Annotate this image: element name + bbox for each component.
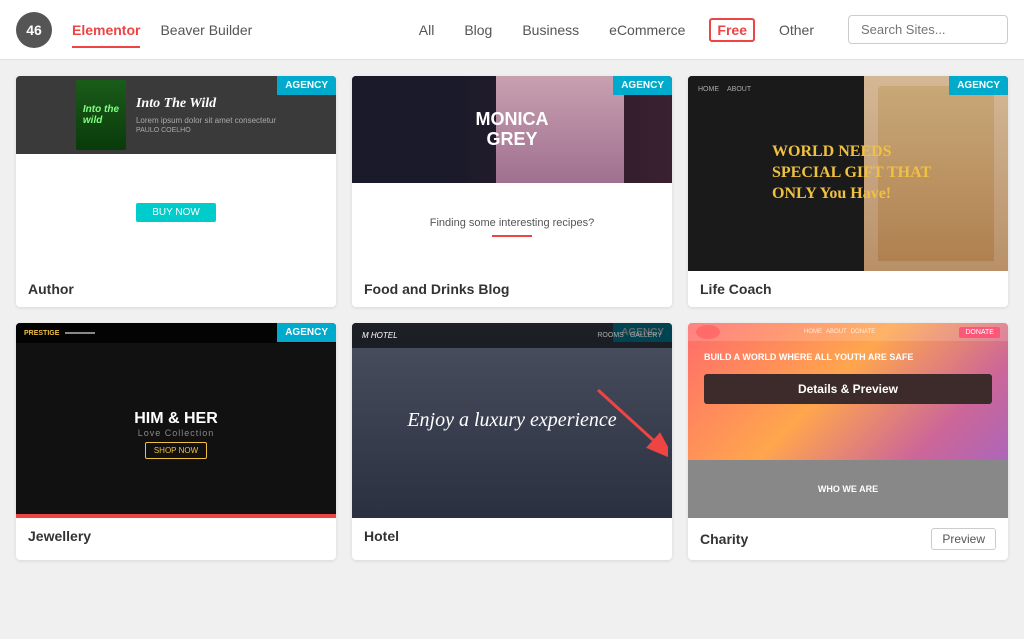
card-charity[interactable]: HOME ABOUT DONATE DONATE BUILD A WORLD W… [688,323,1008,560]
hotel-label-text: Hotel [364,528,399,544]
hotel-nav-item2: GALLERY [630,332,662,339]
charity-nav-donate: DONATE [851,329,876,335]
cards-grid: AGENCY Into thewild Into The Wild Lorem … [0,60,1024,576]
charity-nav-home: HOME [804,329,822,335]
food-bg: MONICAGREY Finding some interesting reci… [352,76,672,271]
filter-blog[interactable]: Blog [458,20,498,40]
charity-label-text: Charity [700,531,748,547]
coach-main-text: WORLD NEEDS SPECIAL GIFT THAT ONLY You H… [760,142,936,204]
jewel-title: HIM & HER [134,410,218,428]
author-name: PAULO COELHO [136,127,276,134]
card-jewellery[interactable]: AGENCY PRESTIGE CONTACT HIM & HER Love C… [16,323,336,560]
filter-nav: All Blog Business eCommerce Free Other [413,18,820,42]
author-bottom: BUY NOW [16,154,336,271]
food-tagline: Finding some interesting recipes? [430,217,594,229]
beaver-builder-tab[interactable]: Beaver Builder [160,18,252,42]
charity-heading: BUILD A WORLD WHERE ALL YOUTH ARE SAFE [704,351,992,364]
hotel-nav: M HOTEL ROOMS GALLERY [352,323,672,348]
top-bar: 46 Elementor Beaver Builder All Blog Bus… [0,0,1024,60]
charity-card-label: Charity Preview [688,518,1008,560]
coach-nav-about: ABOUT [727,86,751,93]
charity-preview-btn[interactable]: Preview [931,528,996,550]
jewel-card-label: Jewellery [16,518,336,554]
coach-agency-badge: AGENCY [949,76,1008,95]
charity-main-content: BUILD A WORLD WHERE ALL YOUTH ARE SAFE D… [688,341,1008,414]
jewel-bg: PRESTIGE CONTACT HIM & HER Love Collecti… [16,323,336,518]
card-author-preview: AGENCY Into thewild Into The Wild Lorem … [16,76,336,271]
hotel-nav-item1: ROOMS [597,332,623,339]
author-wild-text: Into thewild [83,104,119,126]
charity-details-btn[interactable]: Details & Preview [704,374,992,404]
charity-header: HOME ABOUT DONATE DONATE [688,323,1008,341]
jewel-bottom-line [16,514,336,518]
charity-logo-shape [696,325,720,339]
charity-donate-btn[interactable]: DONATE [959,327,1000,338]
author-bg: Into thewild Into The Wild Lorem ipsum d… [16,76,336,271]
card-author[interactable]: AGENCY Into thewild Into The Wild Lorem … [16,76,336,307]
author-right-content: Into The Wild Lorem ipsum dolor sit amet… [136,96,276,134]
jewel-nav-dot [65,332,95,334]
coach-nav: HOME ABOUT [698,86,858,101]
elementor-tab[interactable]: Elementor [72,18,140,42]
jewel-subtitle: Love Collection [138,428,215,438]
hotel-title: Enjoy a luxury experience [407,409,616,432]
charity-bg: HOME ABOUT DONATE DONATE BUILD A WORLD W… [688,323,1008,518]
author-top-content: Into thewild Into The Wild Lorem ipsum d… [76,80,276,150]
jewel-content: HIM & HER Love Collection SHOP NOW [134,402,218,459]
search-input[interactable] [848,15,1008,44]
card-life-coach[interactable]: AGENCY HOME ABOUT WORLD NEEDS SPECIAL GI… [688,76,1008,307]
filter-ecommerce[interactable]: eCommerce [603,20,691,40]
filter-free[interactable]: Free [709,18,755,42]
count-badge: 46 [16,12,52,48]
filter-business[interactable]: Business [516,20,585,40]
hotel-card-label: Hotel [352,518,672,554]
jewel-brand: PRESTIGE [24,330,59,337]
coach-bg: HOME ABOUT WORLD NEEDS SPECIAL GIFT THAT… [688,76,1008,271]
author-label-text: Author [28,281,74,297]
card-charity-preview: HOME ABOUT DONATE DONATE BUILD A WORLD W… [688,323,1008,518]
card-food[interactable]: AGENCY MONICAGREY Finding some interesti… [352,76,672,307]
card-life-coach-preview: AGENCY HOME ABOUT WORLD NEEDS SPECIAL GI… [688,76,1008,271]
food-bottom: Finding some interesting recipes? [352,183,672,271]
food-line [492,235,532,237]
hotel-logo: M HOTEL [362,331,398,340]
card-hotel-preview: AGENCY M HOTEL ROOMS GALLERY Enjoy a lux… [352,323,672,518]
jewel-label-text: Jewellery [28,528,91,544]
author-main-title: Into The Wild [136,96,276,112]
food-agency-badge: AGENCY [613,76,672,95]
top-bar-left: 46 Elementor Beaver Builder [16,12,252,48]
charity-bottom: WHO WE ARE [688,460,1008,519]
jewel-cta-btn[interactable]: SHOP NOW [145,442,207,459]
author-book-cover: Into thewild [76,80,126,150]
food-label-text: Food and Drinks Blog [364,281,509,297]
author-card-label: Author [16,271,336,307]
card-jewellery-preview: AGENCY PRESTIGE CONTACT HIM & HER Love C… [16,323,336,518]
charity-who-text: WHO WE ARE [818,484,878,494]
coach-card-label: Life Coach [688,271,1008,307]
jewel-agency-badge: AGENCY [277,323,336,342]
food-person-name: MONICAGREY [476,110,549,150]
filter-other[interactable]: Other [773,20,820,40]
charity-nav-about: ABOUT [826,329,847,335]
card-hotel[interactable]: AGENCY M HOTEL ROOMS GALLERY Enjoy a lux… [352,323,672,560]
coach-nav-item: HOME [698,86,719,93]
filter-all[interactable]: All [413,20,441,40]
charity-nav: HOME ABOUT DONATE [804,329,875,335]
card-food-preview: AGENCY MONICAGREY Finding some interesti… [352,76,672,271]
author-agency-badge: AGENCY [277,76,336,95]
author-cta-btn[interactable]: BUY NOW [136,203,216,222]
author-desc: Lorem ipsum dolor sit amet consectetur [136,116,276,125]
coach-label-text: Life Coach [700,281,772,297]
coach-nav-items: HOME ABOUT [698,86,858,93]
hotel-text: Enjoy a luxury experience [407,409,616,432]
food-card-label: Food and Drinks Blog [352,271,672,307]
hotel-bg: M HOTEL ROOMS GALLERY Enjoy a luxury exp… [352,323,672,518]
